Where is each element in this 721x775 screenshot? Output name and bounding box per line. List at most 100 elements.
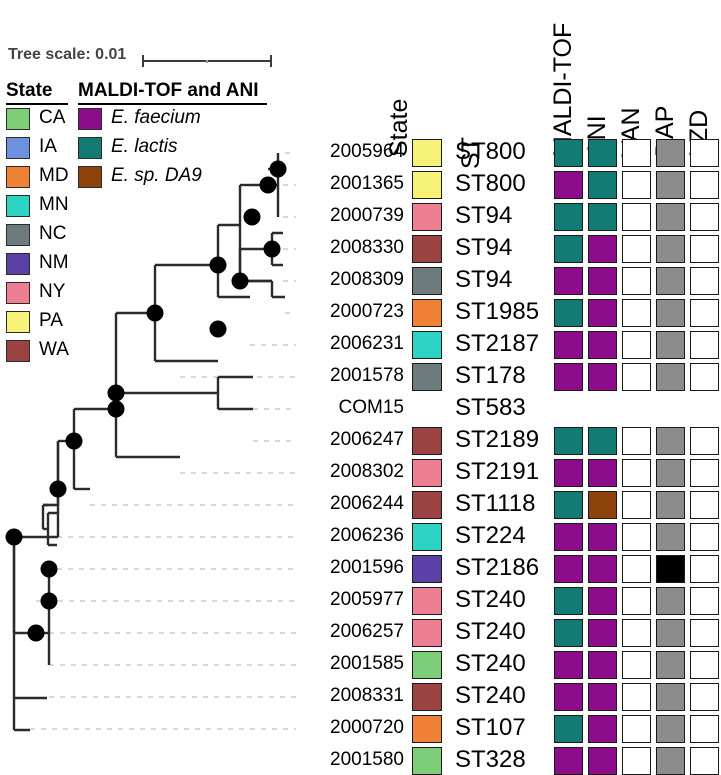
state-cell [412, 683, 442, 711]
tip-label: 2006231 [330, 333, 404, 354]
st-label: ST240 [455, 682, 526, 709]
dap-cell [656, 523, 685, 551]
state-cell [412, 267, 442, 295]
st-label: ST2187 [455, 330, 540, 357]
support-node [146, 304, 164, 322]
van-cell [622, 171, 651, 199]
maldi-tof-cell [554, 459, 583, 487]
ani-cell [588, 683, 617, 711]
tip-label: 2001580 [330, 749, 404, 770]
support-node [209, 256, 227, 274]
state-cell [412, 459, 442, 487]
st-label: ST2189 [455, 426, 540, 453]
state-cell [412, 171, 442, 199]
maldi-tof-cell [554, 715, 583, 743]
maldi-tof-cell [554, 523, 583, 551]
dap-cell [656, 331, 685, 359]
tip-label: 2006244 [330, 493, 404, 514]
support-node [40, 592, 58, 610]
st-label: ST1118 [455, 490, 536, 517]
ani-cell [588, 235, 617, 263]
dap-cell [656, 363, 685, 391]
van-cell [622, 203, 651, 231]
van-cell [622, 747, 651, 775]
figure-root: Tree scale: 0.01 State MALDI-TOF and ANI… [0, 0, 721, 775]
tip-label: 2008331 [330, 685, 404, 706]
st-label: ST800 [455, 170, 526, 197]
dap-cell [656, 299, 685, 327]
dap-cell [656, 619, 685, 647]
van-cell [622, 267, 651, 295]
tip-label: 2000720 [330, 717, 404, 738]
st-label: ST240 [455, 618, 526, 645]
van-cell [622, 683, 651, 711]
maldi-tof-cell [554, 491, 583, 519]
state-cell [412, 555, 442, 583]
van-cell [622, 523, 651, 551]
tip-label: 2008330 [330, 237, 404, 258]
lzd-cell [690, 299, 719, 327]
tip-label: 2000723 [330, 301, 404, 322]
tip-label: 2008302 [330, 461, 404, 482]
tip-label: 2006257 [330, 621, 404, 642]
van-cell [622, 299, 651, 327]
maldi-tof-cell [554, 587, 583, 615]
van-cell [622, 139, 651, 167]
state-cell [412, 299, 442, 327]
maldi-tof-cell [554, 363, 583, 391]
dap-cell [656, 747, 685, 775]
van-cell [622, 651, 651, 679]
ani-cell [588, 715, 617, 743]
st-label: ST1985 [455, 298, 540, 325]
maldi-tof-cell [554, 299, 583, 327]
maldi-tof-cell [554, 747, 583, 775]
dap-cell [656, 555, 685, 583]
lzd-cell [690, 267, 719, 295]
van-cell [622, 235, 651, 263]
lzd-cell [690, 523, 719, 551]
ani-cell [588, 299, 617, 327]
lzd-cell [690, 139, 719, 167]
state-cell [412, 651, 442, 679]
ani-cell [588, 139, 617, 167]
dap-cell [656, 171, 685, 199]
lzd-cell [690, 491, 719, 519]
lzd-cell [690, 459, 719, 487]
state-cell [412, 139, 442, 167]
dap-cell [656, 491, 685, 519]
ani-cell [588, 427, 617, 455]
st-label: ST94 [455, 202, 513, 229]
lzd-cell [690, 171, 719, 199]
support-node [49, 480, 67, 498]
dap-cell [656, 203, 685, 231]
tip-label: 2008309 [330, 269, 404, 290]
state-cell [412, 491, 442, 519]
ani-cell [588, 203, 617, 231]
ani-cell [588, 555, 617, 583]
dap-cell [656, 267, 685, 295]
support-node [209, 320, 227, 338]
st-label: ST800 [455, 138, 526, 165]
maldi-tof-cell [554, 331, 583, 359]
support-node [107, 384, 125, 402]
lzd-cell [690, 555, 719, 583]
tip-label: 2005977 [330, 589, 404, 610]
maldi-tof-cell [554, 619, 583, 647]
van-cell [622, 427, 651, 455]
ani-cell [588, 747, 617, 775]
support-node [263, 240, 281, 258]
state-cell [412, 619, 442, 647]
tip-label: 2006236 [330, 525, 404, 546]
state-cell [412, 715, 442, 743]
dap-cell [656, 235, 685, 263]
st-label: ST2186 [455, 554, 540, 581]
st-label: ST240 [455, 586, 526, 613]
dap-cell [656, 683, 685, 711]
maldi-tof-cell [554, 267, 583, 295]
ani-cell [588, 363, 617, 391]
state-cell [412, 331, 442, 359]
lzd-cell [690, 683, 719, 711]
lzd-cell [690, 715, 719, 743]
maldi-tof-cell [554, 683, 583, 711]
dap-cell [656, 587, 685, 615]
